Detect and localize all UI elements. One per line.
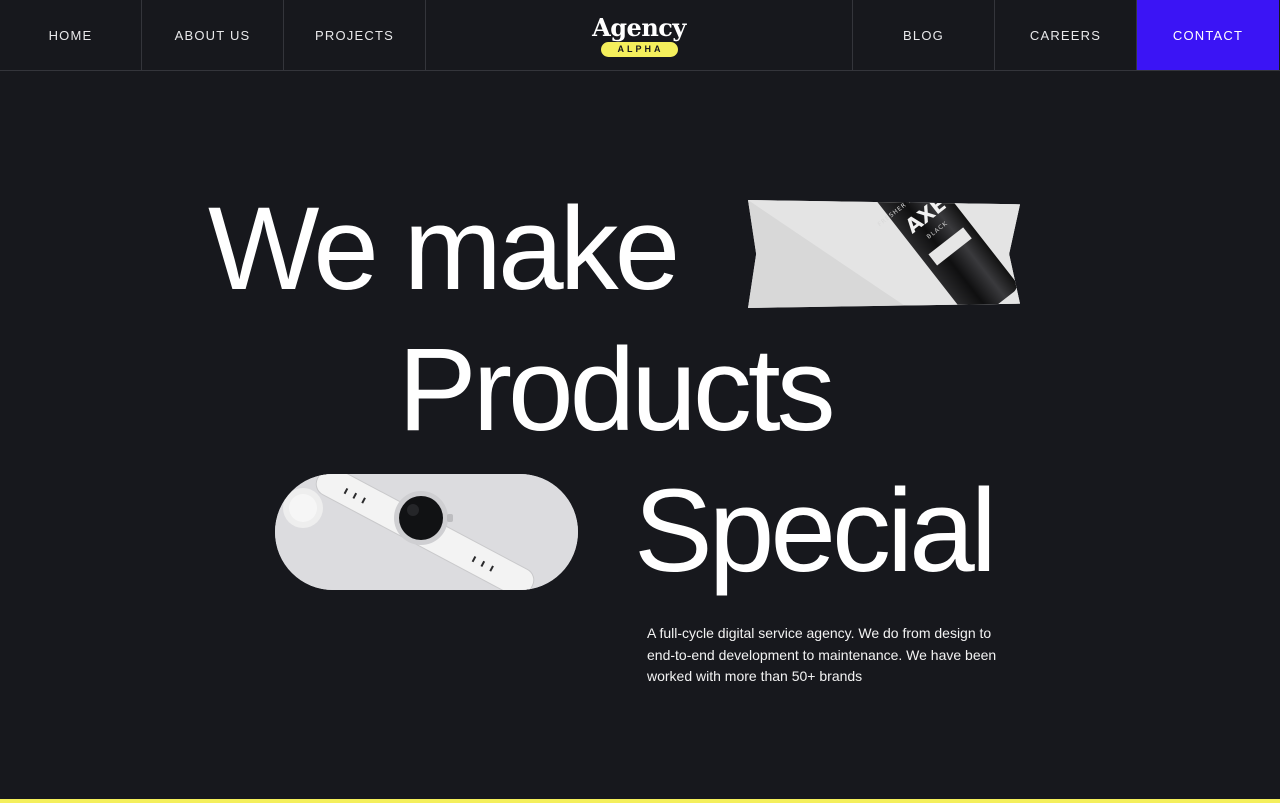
axe-deodorant-illustration: FRESHER FOR LONGER AXE BLACK [748, 200, 1020, 308]
bottom-accent-rule [0, 799, 1280, 803]
axe-product-image: FRESHER FOR LONGER AXE BLACK [748, 200, 1020, 308]
top-navigation: HOME ABOUT US PROJECTS Agency ALPHA BLOG… [0, 0, 1280, 71]
nav-about-link[interactable]: ABOUT US [142, 0, 284, 70]
agency-logo[interactable]: Agency ALPHA [592, 12, 686, 57]
nav-home-link[interactable]: HOME [0, 0, 142, 70]
hero-heading-line-1: We make [208, 183, 680, 315]
logo-wordmark: Agency [592, 12, 686, 42]
nav-blog-link[interactable]: BLOG [853, 0, 995, 70]
hero-description: A full-cycle digital service agency. We … [647, 625, 997, 684]
nav-right-group: BLOG CAREERS CONTACT [853, 0, 1279, 70]
logo-container[interactable]: Agency ALPHA [426, 0, 853, 70]
nav-left-group: HOME ABOUT US PROJECTS [0, 0, 426, 70]
hero-heading-line-3: Special [634, 465, 997, 597]
watch-product-image [275, 474, 578, 590]
nav-contact-button[interactable]: CONTACT [1137, 0, 1279, 70]
hero-heading-line-2: Products [398, 324, 836, 456]
nav-projects-link[interactable]: PROJECTS [284, 0, 426, 70]
nav-careers-link[interactable]: CAREERS [995, 0, 1137, 70]
logo-tag: ALPHA [600, 41, 678, 57]
smartwatch-illustration [275, 474, 578, 590]
